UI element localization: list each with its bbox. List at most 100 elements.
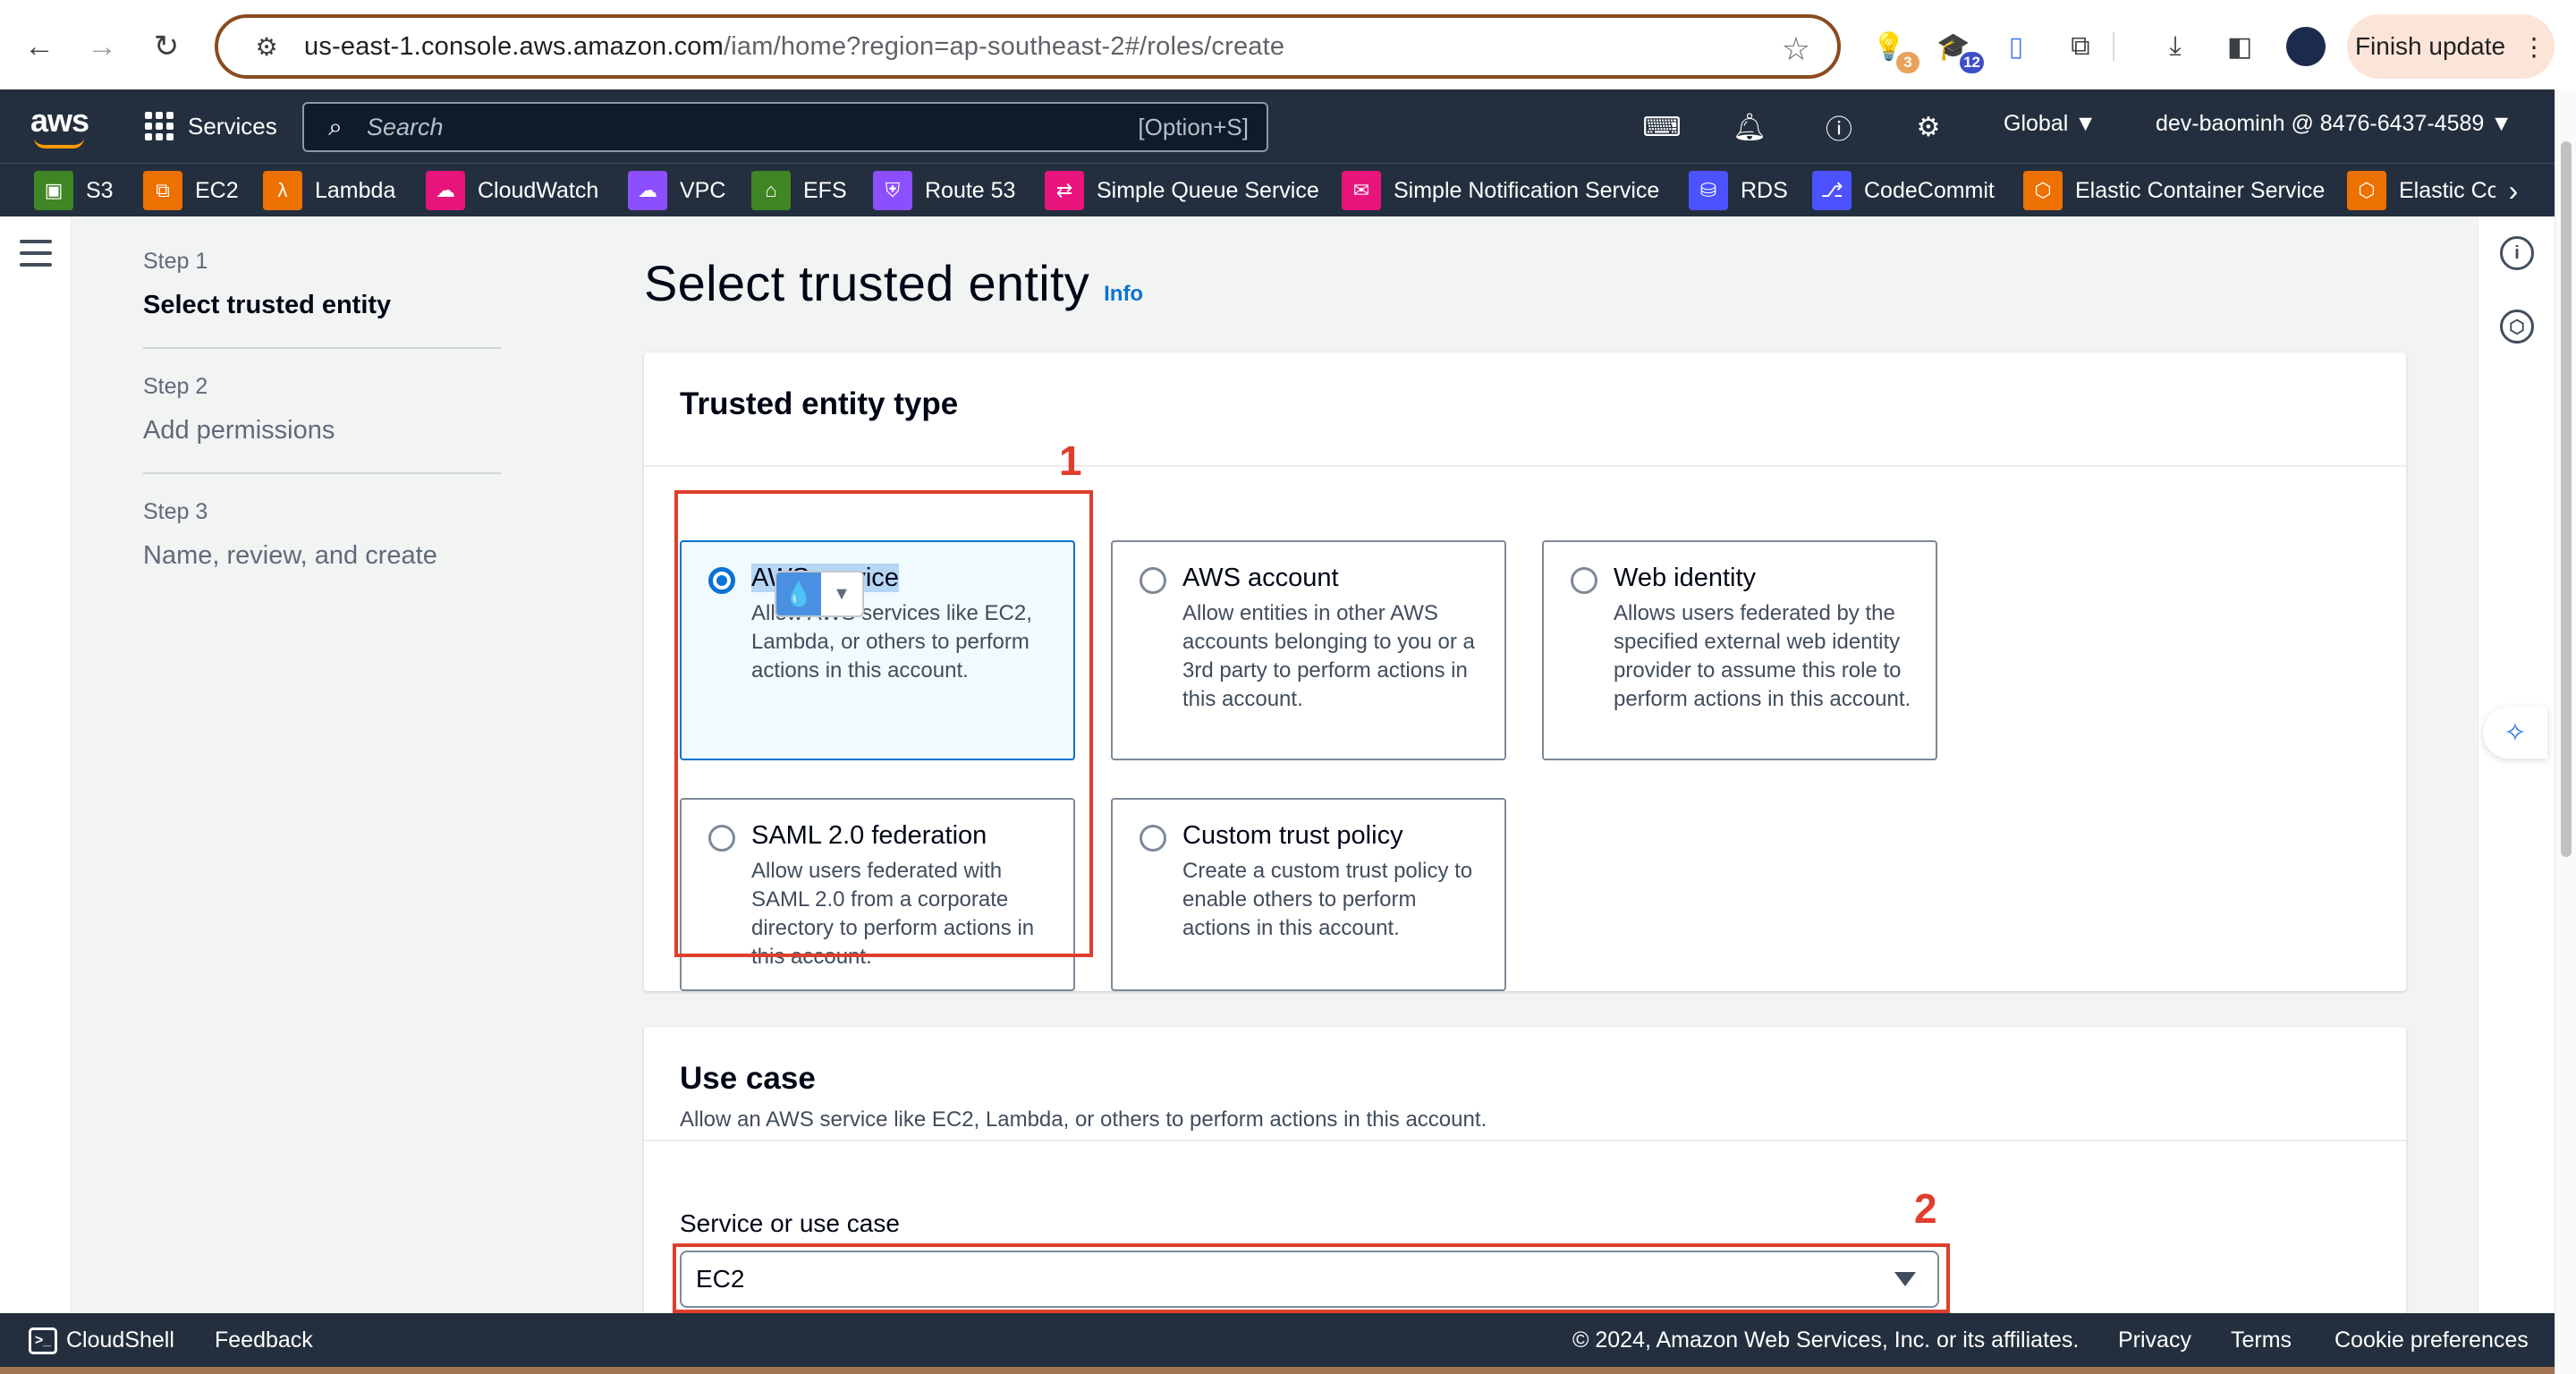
sparkle-assistant-icon[interactable]: ✧ [2483,707,2547,759]
favorites-bar: ▣ S3 ⧉ EC2 λ Lambda ☁ CloudWatch ☁ VPC ⌂ EFS ⛨… [0,163,2555,216]
download-icon[interactable]: ⤓ [2156,27,2195,66]
grid-menu-icon [145,112,174,140]
annotation-box-1 [674,490,1093,957]
favorite-label: Lambda [315,177,396,203]
url-text[interactable]: us-east-1.console.aws.amazon.com/iam/hom… [304,32,1284,62]
route53-shield-icon: ⛨ [873,171,912,210]
ecs-container-icon: ⬡ [2023,171,2063,210]
annotation-box-2 [673,1243,1950,1313]
favorite-sns[interactable]: ✉ Simple Notification Service [1342,171,1659,210]
search-icon: ⌕ [328,112,343,140]
bookmark-star-icon[interactable]: ☆ [1782,30,1810,68]
cloudshell-icon[interactable]: ⌨ [1642,109,1681,145]
aws-logo[interactable]: aws [30,102,89,148]
step-title: Name, review, and create [143,541,437,570]
search-shortcut-hint: [Option+S] [1138,113,1249,140]
finish-update-label: Finish update [2354,32,2506,60]
hamburger-menu-icon[interactable] [20,240,52,267]
settings-gear-icon[interactable]: ⚙ [1911,109,1946,145]
favorite-cloudwatch[interactable]: ☁ CloudWatch [426,171,598,210]
ec2-instance-icon: ⧉ [143,171,182,210]
favorite-route53[interactable]: ⛨ Route 53 [873,171,1015,210]
cloudshell-icon: >_ [29,1327,57,1355]
favorite-codecommit[interactable]: ⎇ CodeCommit [1812,171,1995,210]
extensions-puzzle-icon[interactable]: ⧉ [2061,27,2100,66]
caret-down-icon[interactable]: ▼ [821,572,862,615]
rds-database-icon: ⛁ [1689,171,1728,210]
step-title: Select trusted entity [143,291,392,319]
favorite-label: EFS [803,177,847,203]
console-search-input[interactable]: ⌕ Search [Option+S] [302,102,1268,152]
option-title: Web identity [1614,564,1757,592]
privacy-link[interactable]: Privacy [2118,1327,2191,1353]
favorite-lambda[interactable]: λ Lambda [263,171,395,210]
copyright-text: © 2024, Amazon Web Services, Inc. or its… [1572,1327,2080,1353]
extension-doc-icon[interactable]: ▯ [1996,27,2036,66]
step-number: Step 1 [143,249,208,274]
droplet-icon[interactable]: 💧 [776,572,821,615]
favorite-label: CloudWatch [478,177,599,203]
site-info-icon[interactable]: ⚙ [250,30,283,63]
option-description: Allow entities in other AWS accounts bel… [1182,601,1475,711]
cloudshell-label: CloudShell [66,1327,174,1353]
caret-down-icon: ▼ [2074,111,2097,136]
notifications-bell-icon[interactable]: 🔔︎ [1732,109,1767,145]
forward-arrow-icon[interactable]: → [82,27,122,66]
favorite-elastic-co[interactable]: ⬡ Elastic Co [2347,171,2500,210]
option-title: Custom trust policy [1182,821,1403,850]
region-selector[interactable]: Global ▼ [2004,111,2097,137]
extension-bulb-icon[interactable]: 💡 3 [1869,27,1919,73]
reload-icon[interactable]: ↻ [147,27,186,66]
caret-down-icon: ▼ [2490,111,2513,136]
account-label: dev-baominh @ 8476-6437-4589 [2156,111,2485,136]
cloudshell-button[interactable]: >_ CloudShell [29,1327,174,1355]
amazon-q-icon[interactable]: ⬡ [2500,310,2534,344]
info-link[interactable]: Info [1104,282,1143,307]
scrollbar-thumb[interactable] [2561,141,2572,857]
info-panel-icon[interactable]: i [2500,236,2534,270]
favorite-vpc[interactable]: ☁ VPC [628,171,725,210]
address-bar[interactable]: ⚙ us-east-1.console.aws.amazon.com/iam/h… [215,14,1841,79]
services-menu-button[interactable]: Services [145,106,277,147]
step-3: Step 3 Name, review, and create [143,499,501,598]
extension-cap-icon[interactable]: 🎓 12 [1934,27,1984,73]
favorite-rds[interactable]: ⛁ RDS [1689,171,1788,210]
page-scrollbar[interactable] [2555,89,2576,1374]
favorite-ecs[interactable]: ⬡ Elastic Container Service [2023,171,2325,210]
favorite-s3[interactable]: ▣ S3 [34,171,114,210]
desktop-background-strip [0,1367,2555,1374]
region-label: Global [2004,111,2069,136]
section-heading: Use case [680,1061,816,1096]
aws-smile-icon [34,138,84,148]
account-menu[interactable]: dev-baominh @ 8476-6437-4589 ▼ [2156,111,2512,137]
favorite-label: EC2 [195,177,239,203]
favorite-label: Simple Notification Service [1394,177,1660,203]
radio-button[interactable] [1140,567,1166,594]
floating-extension-widget[interactable]: 💧 ▼ [775,571,864,617]
help-icon[interactable]: ⓘ [1821,109,1857,145]
finish-update-button[interactable]: Finish update ⋮ [2347,14,2555,79]
back-arrow-icon[interactable]: ← [20,27,59,66]
vpc-cloud-icon: ☁ [628,171,667,210]
cookie-preferences-link[interactable]: Cookie preferences [2334,1327,2529,1353]
favorite-efs[interactable]: ⌂ EFS [751,171,847,210]
option-aws-account[interactable]: AWS account Allow entities in other AWS … [1111,540,1506,760]
option-web-identity[interactable]: Web identity Allows users federated by t… [1542,540,1937,760]
step-1[interactable]: Step 1 Select trusted entity [143,249,501,349]
option-title: AWS account [1182,564,1339,592]
radio-button[interactable] [1571,567,1597,594]
option-custom-trust-policy[interactable]: Custom trust policy Create a custom trus… [1111,798,1506,991]
extension-badge: 3 [1896,52,1919,73]
profile-avatar[interactable] [2286,27,2326,66]
feedback-link[interactable]: Feedback [215,1327,313,1353]
favorite-sqs[interactable]: ⇄ Simple Queue Service [1045,171,1319,210]
services-label: Services [188,112,277,140]
codecommit-icon: ⎇ [1812,171,1852,210]
radio-button[interactable] [1140,825,1166,852]
favorite-ec2[interactable]: ⧉ EC2 [143,171,239,210]
terms-link[interactable]: Terms [2231,1327,2292,1353]
chevron-right-icon[interactable]: › [2496,171,2531,210]
efs-icon: ⌂ [751,171,791,210]
side-panel-icon[interactable]: ◧ [2220,27,2259,66]
favorite-label: Simple Queue Service [1097,177,1319,203]
